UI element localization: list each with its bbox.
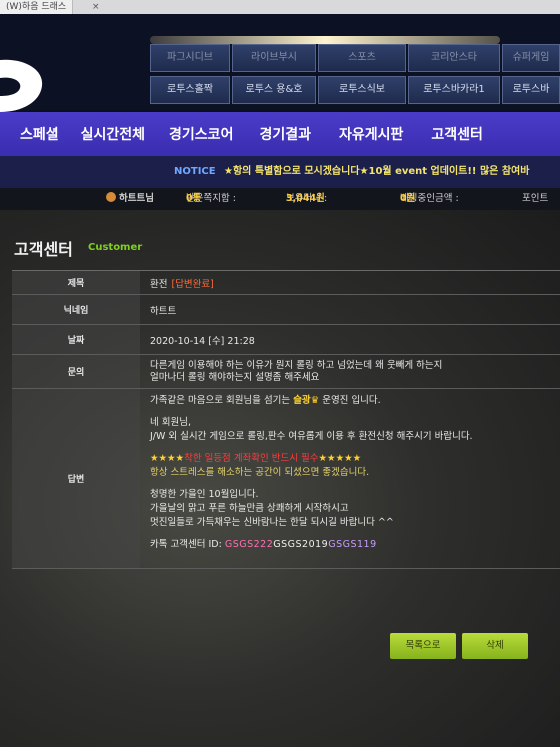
main-nav: 스페셜 실시간전체 경기스코어 경기결과 자유게시판 고객센터 [0,112,560,156]
answer-warning: 착한 일등점 계좌확인 반드시 필수 [184,453,319,464]
nav-customer-center[interactable]: 고객센터 [431,124,483,144]
value-date: 2020-10-14 [수] 21:28 [150,335,255,347]
page-subtitle: Customer [88,242,143,253]
header-light-decoration [150,36,500,44]
answer-line-7: 가을날의 맑고 푸른 하늘만큼 상쾌하게 시작하시고 [150,503,349,514]
answer-line-8: 멋진일들로 가득채우는 신바람나는 한달 되시길 바랍니다 ^^ [150,517,394,528]
game-subtabs: 파그시디브 라이브부시 스포츠 코리안스타 슈퍼게임 로투스홀짝 로투스 용&호… [150,44,560,114]
subtab-1-4[interactable]: 코리안스타 [408,44,500,72]
notice-bar: NOTICE ★항의 특별함으로 모시겠습니다★10월 event 업데이트!!… [0,156,560,188]
status-badge: [답변완료] [171,278,214,290]
row-title: 제목 환전 [답변완료] [12,271,560,295]
value-title: 환전 [답변완료] [140,271,560,294]
question-line-1: 다른게임 이용해야 하는 이유가 뭔지 롤링 하고 넘었는데 왜 웃빼게 하는지 [150,359,443,371]
label-answer: 답변 [12,389,140,568]
site-header: 파그시디브 라이브부시 스포츠 코리안스타 슈퍼게임 로투스홀짝 로투스 용&호… [0,14,560,112]
tab-close-icon[interactable]: × [92,0,100,14]
bet-value: 0원 [400,193,416,204]
page-title: 고객센터 [14,240,73,259]
subtab-lotus-baccarat1[interactable]: 로투스바카라1 [408,76,500,104]
browser-tabstrip: (W)하음 드래스 × [0,0,560,14]
medal-icon [106,192,116,202]
label-question: 문의 [12,355,140,388]
notice-text[interactable]: ★항의 특별함으로 모시겠습니다★10월 event 업데이트!! 많은 참여바 [224,156,529,188]
brand-name: 슬광♛ [293,395,320,406]
subtab-1-5[interactable]: 슈퍼게임 [502,44,560,72]
value-question: 다른게임 이용해야 하는 이유가 뭔지 롤링 하고 넘었는데 왜 웃빼게 하는지… [140,355,560,388]
row-answer: 답변 가족같은 마음으로 회원님을 섬기는 슬광♛ 운영진 입니다. 네 회원님… [12,389,560,569]
content-area: 고객센터 Customer 제목 환전 [답변완료] 닉네임 하트트 날짜 20… [0,210,560,747]
label-nickname: 닉네임 [12,295,140,324]
subtab-lotus-sicbo[interactable]: 로투스식보 [318,76,406,104]
notice-label: NOTICE [174,166,216,177]
subtab-1-2[interactable]: 라이브부시 [232,44,316,72]
nav-results[interactable]: 경기결과 [259,124,311,144]
user-info-bar: 하트트님 받은쪽지함 : 0통 보유머니 : 3,044원 베팅중인금액 : 0… [0,188,560,210]
delete-button[interactable]: 삭제 [462,633,528,659]
site-logo-icon[interactable] [0,54,46,118]
label-title: 제목 [12,271,140,294]
post-title: 환전 [150,278,168,290]
row-date: 날짜 2020-10-14 [수] 21:28 [12,325,560,355]
back-to-list-button[interactable]: 목록으로 [390,633,456,659]
label-date: 날짜 [12,325,140,354]
point-label[interactable]: 포인트 [522,188,548,210]
money-value: 3,044원 [286,193,325,204]
answer-line-5: 항상 스트레스를 해소하는 공간이 되셨으면 좋겠습니다. [150,467,370,478]
subtab-lotus-dragon-tiger[interactable]: 로투스 용&호 [232,76,316,104]
kakao-id-3: GSGS119 [328,539,377,550]
nav-score[interactable]: 경기스코어 [169,124,233,144]
answer-warning-line: ★★★★착한 일등점 계좌확인 반드시 필수★★★★★ [150,453,362,464]
subtab-lotus-holjjak[interactable]: 로투스홀짝 [150,76,230,104]
subtab-1-3[interactable]: 스포츠 [318,44,406,72]
answer-line-6: 청명한 가을인 10월입니다. [150,489,259,500]
subtab-lotus-ba[interactable]: 로투스바 [502,76,560,104]
kakao-id-2: GSGS2019 [273,539,329,550]
received-value: 0통 [186,193,202,204]
kakao-id-1: GSGS222 [224,539,274,550]
nav-board[interactable]: 자유게시판 [339,124,403,144]
row-nickname: 닉네임 하트트 [12,295,560,325]
user-name: 하트트님 [119,193,154,204]
answer-greeting: 가족같은 마음으로 회원님을 섬기는 슬광♛ 운영진 입니다. [150,395,381,406]
subtab-1-1[interactable]: 파그시디브 [150,44,230,72]
nav-special[interactable]: 스페셜 [20,124,59,144]
post-detail-table: 제목 환전 [답변완료] 닉네임 하트트 날짜 2020-10-14 [수] 2… [12,270,560,569]
question-line-2: 얼마나더 롤링 해야하는지 설명좀 해주세요 [150,371,320,383]
browser-tab[interactable]: (W)하음 드래스 [0,0,74,14]
nav-live-all[interactable]: 실시간전체 [81,124,145,144]
kakao-contact: 카톡 고객센터 ID: GSGS222GSGS2019GSGS119 [150,539,377,550]
user-name-group: 하트트님 [106,188,154,210]
browser-tab-title: (W)하음 드래스 [6,2,67,12]
answer-line-2: 네 회원님, [150,417,191,428]
value-answer: 가족같은 마음으로 회원님을 섬기는 슬광♛ 운영진 입니다. 네 회원님, J… [140,389,560,568]
row-question: 문의 다른게임 이용해야 하는 이유가 뭔지 롤링 하고 넘었는데 왜 웃빼게 … [12,355,560,389]
value-nickname: 하트트 [150,305,177,317]
answer-line-3: J/W 외 실시간 게임으로 롤링,판수 여유롭게 이용 후 환전신청 해주시기… [150,431,473,442]
